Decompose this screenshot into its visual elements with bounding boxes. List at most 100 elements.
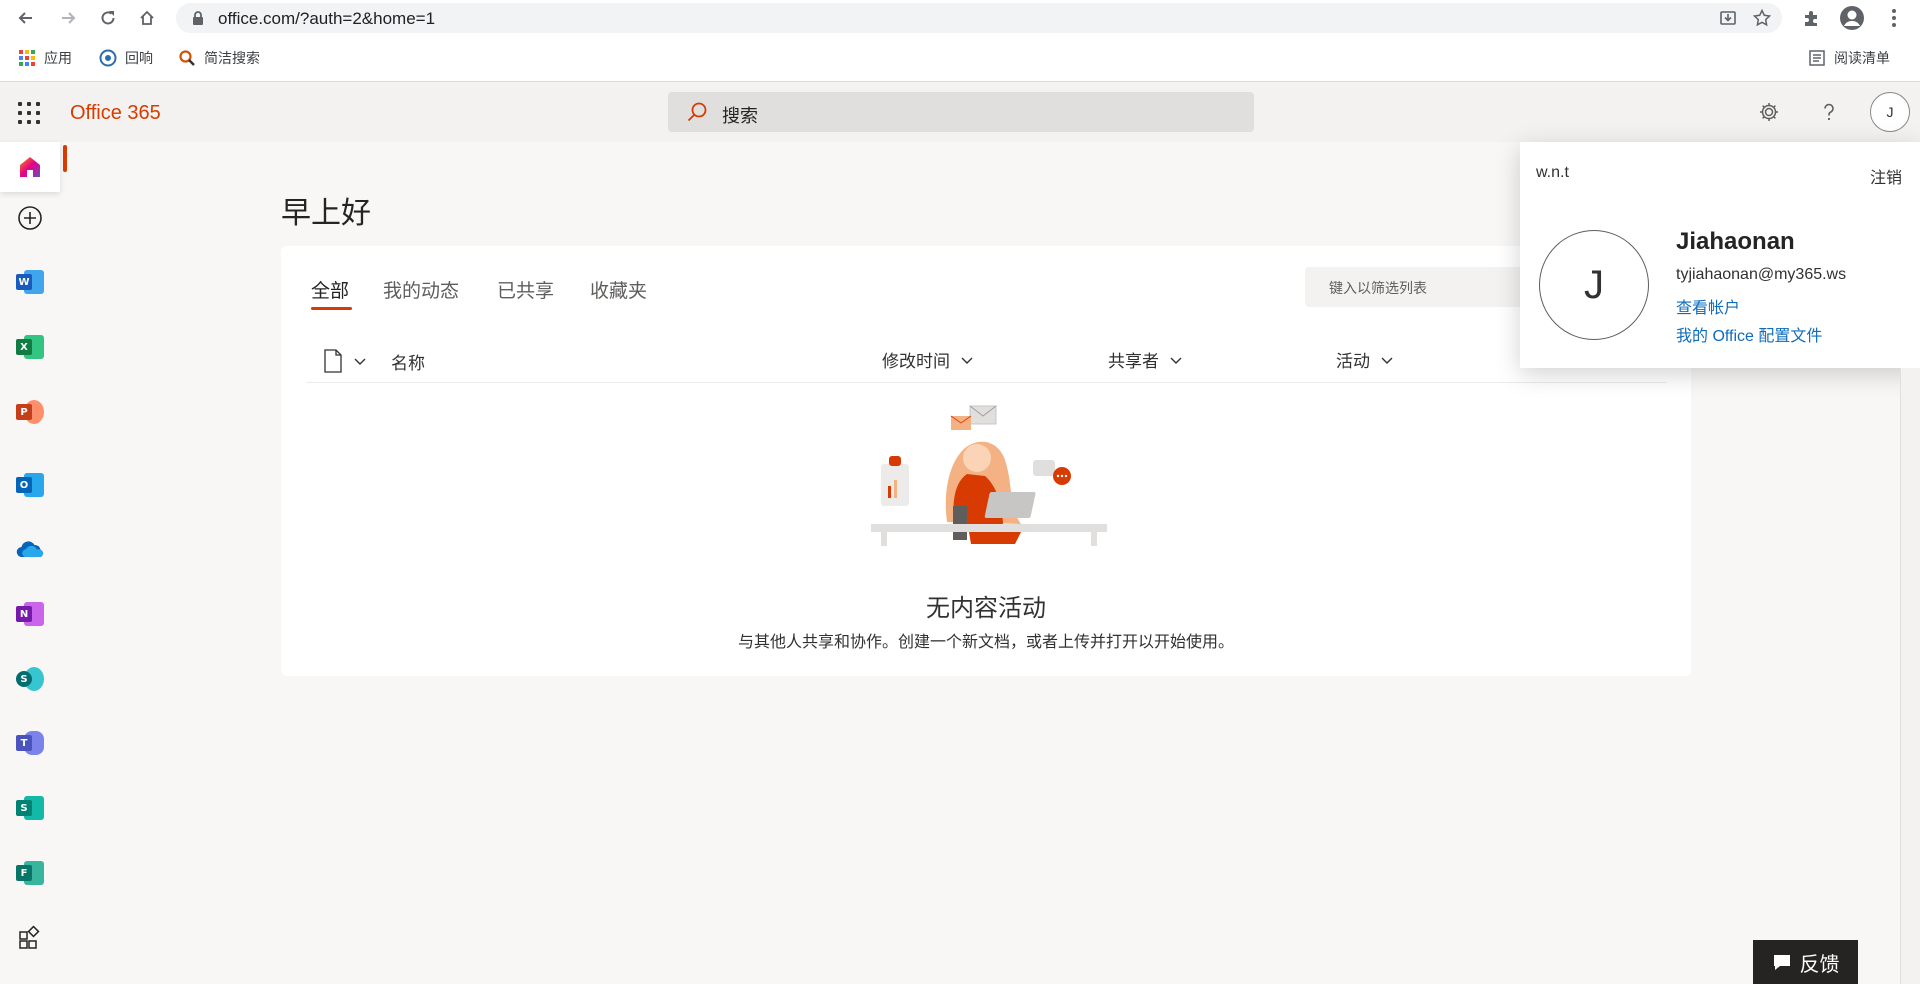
search-input[interactable]: 搜索 xyxy=(668,92,1254,132)
address-bar[interactable]: office.com/?auth=2&home=1 xyxy=(176,3,1782,33)
profile-icon[interactable] xyxy=(1838,4,1866,32)
tab-active-underline xyxy=(311,307,352,310)
bookmark-search[interactable]: 简洁搜索 xyxy=(178,48,260,68)
back-icon[interactable] xyxy=(12,4,40,32)
page-title: 早上好 xyxy=(281,197,371,230)
app-launcher-icon[interactable] xyxy=(18,102,40,124)
brand-title[interactable]: Office 365 xyxy=(70,102,161,125)
filter-placeholder: 键入以筛选列表 xyxy=(1329,280,1427,296)
huixiang-icon xyxy=(99,49,117,67)
chat-bubble-icon xyxy=(1773,955,1790,970)
teams-icon: T xyxy=(16,729,44,757)
chevron-down-icon xyxy=(354,358,366,365)
account-menu: w.n.t 注销 J Jiahaonan tyjiahaonan@my365.w… xyxy=(1520,142,1920,368)
chevron-down-icon xyxy=(1381,357,1393,364)
page-scrollbar[interactable] xyxy=(1900,368,1920,984)
view-account-link[interactable]: 查看帐户 xyxy=(1676,294,1740,318)
column-shared-by[interactable]: 共享者 xyxy=(1108,347,1183,372)
outlook-icon: O xyxy=(16,471,44,499)
bookmark-huixiang[interactable]: 回响 xyxy=(99,48,153,68)
rail-all-apps[interactable] xyxy=(0,913,60,963)
filter-input[interactable]: 键入以筛选列表 xyxy=(1305,267,1535,307)
apps-grid-icon xyxy=(19,50,35,66)
onenote-icon: N xyxy=(16,600,44,628)
reading-list-icon xyxy=(1809,50,1825,66)
rail-create[interactable] xyxy=(0,193,60,243)
chevron-down-icon xyxy=(961,357,973,364)
header-divider xyxy=(306,382,1666,383)
tab-my-activity[interactable]: 我的动态 xyxy=(383,276,459,303)
column-activity-label: 活动 xyxy=(1336,352,1370,371)
rail-word[interactable]: W xyxy=(0,257,60,307)
word-icon: W xyxy=(16,268,44,296)
empty-state-subtitle: 与其他人共享和协作。创建一个新文档，或者上传并打开以开始使用。 xyxy=(737,634,1234,651)
empty-state-title: 无内容活动 xyxy=(926,595,1046,622)
column-name-label: 名称 xyxy=(391,354,425,373)
search-bookmark-icon xyxy=(179,50,195,66)
kebab-menu-icon[interactable] xyxy=(1880,4,1908,32)
extensions-icon[interactable] xyxy=(1797,4,1825,32)
rail-home[interactable] xyxy=(0,142,60,192)
rail-excel[interactable]: X xyxy=(0,322,60,372)
home-icon xyxy=(20,157,40,177)
tab-all[interactable]: 全部 xyxy=(311,276,349,303)
forward-icon[interactable] xyxy=(54,4,82,32)
reading-list-label: 阅读清单 xyxy=(1834,50,1890,66)
all-apps-icon xyxy=(19,925,40,949)
document-icon xyxy=(324,349,342,373)
file-type-column[interactable] xyxy=(323,349,367,373)
lock-icon xyxy=(193,11,203,25)
column-shared-by-label: 共享者 xyxy=(1108,352,1159,371)
search-placeholder: 搜索 xyxy=(722,106,758,126)
office-header: Office 365 搜索 J xyxy=(0,82,1920,142)
install-app-icon[interactable] xyxy=(1718,8,1738,28)
account-avatar-button[interactable]: J xyxy=(1870,92,1910,132)
reload-icon[interactable] xyxy=(94,4,122,32)
bookmark-apps[interactable]: 应用 xyxy=(18,48,72,68)
rail-sway[interactable]: S xyxy=(0,783,60,833)
url-text: office.com/?auth=2&home=1 xyxy=(218,9,436,28)
home-browser-icon[interactable] xyxy=(133,4,161,32)
app-rail: W X P O N S T S F xyxy=(0,142,60,984)
rail-outlook[interactable]: O xyxy=(0,460,60,510)
settings-gear-icon[interactable] xyxy=(1752,95,1786,129)
rail-active-indicator xyxy=(63,145,67,172)
bookmark-label: 回响 xyxy=(125,50,153,66)
bookmark-label: 简洁搜索 xyxy=(204,50,260,66)
documents-card: 全部 我的动态 已共享 收藏夹 键入以筛选列表 名称 修改时间 共享者 活动 无… xyxy=(281,246,1691,676)
powerpoint-icon: P xyxy=(16,398,44,426)
bookmark-label: 应用 xyxy=(44,50,72,66)
feedback-button[interactable]: 反馈 xyxy=(1753,940,1858,984)
help-icon[interactable] xyxy=(1812,95,1846,129)
rail-onenote[interactable]: N xyxy=(0,589,60,639)
sway-icon: S xyxy=(16,794,44,822)
account-name: Jiahaonan xyxy=(1676,228,1795,255)
reading-list[interactable]: 阅读清单 xyxy=(1808,48,1890,68)
account-email: tyjiahaonan@my365.ws xyxy=(1676,266,1847,283)
search-icon xyxy=(687,102,707,122)
browser-toolbar: office.com/?auth=2&home=1 xyxy=(0,0,1920,36)
sharepoint-icon: S xyxy=(16,665,44,693)
rail-forms[interactable]: F xyxy=(0,848,60,898)
star-icon[interactable] xyxy=(1752,8,1772,28)
sign-out-link[interactable]: 注销 xyxy=(1870,164,1902,188)
chevron-down-icon xyxy=(1170,357,1182,364)
tab-favorites[interactable]: 收藏夹 xyxy=(590,276,647,303)
account-avatar: J xyxy=(1539,230,1649,340)
rail-onedrive[interactable] xyxy=(0,524,60,574)
org-name: w.n.t xyxy=(1536,164,1569,181)
excel-icon: X xyxy=(16,333,44,361)
forms-icon: F xyxy=(16,859,44,887)
office-profile-link[interactable]: 我的 Office 配置文件 xyxy=(1676,322,1822,346)
empty-state-illustration xyxy=(871,405,1107,546)
rail-sharepoint[interactable]: S xyxy=(0,654,60,704)
rail-powerpoint[interactable]: P xyxy=(0,387,60,437)
bookmarks-bar: 应用 回响 简洁搜索 阅读清单 xyxy=(0,36,1920,82)
add-circle-icon xyxy=(18,206,42,230)
column-activity[interactable]: 活动 xyxy=(1336,347,1394,372)
tab-shared[interactable]: 已共享 xyxy=(497,276,554,303)
column-name[interactable]: 名称 xyxy=(391,349,425,374)
rail-teams[interactable]: T xyxy=(0,718,60,768)
column-modified[interactable]: 修改时间 xyxy=(882,347,974,372)
feedback-label: 反馈 xyxy=(1799,953,1840,976)
